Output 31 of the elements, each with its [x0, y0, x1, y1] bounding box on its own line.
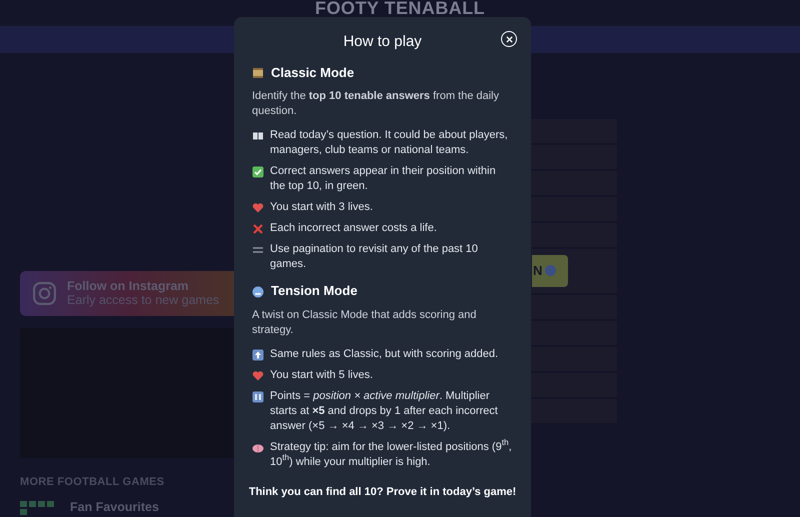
mode-intro: Identify the top 10 tenable answers from the daily question.	[252, 89, 500, 119]
instagram-icon	[32, 280, 57, 306]
face-icon	[252, 286, 264, 298]
dialog-title: How to play	[343, 32, 422, 52]
grid-icon	[20, 500, 56, 515]
mode-intro: A twist on Classic Mode that adds scoring and strategy.	[252, 308, 478, 338]
rule-text: Correct answers appear in their position within the top 10, in green.	[270, 164, 497, 194]
rule-text: Read today’s question. It could be about players, managers, club teams or national teams.	[270, 128, 509, 158]
check-icon	[252, 166, 264, 178]
dialog-footer: Think you can find all 10? Prove it in today’s game!	[248, 484, 516, 500]
rule-text: Same rules as Classic, but with scoring added.	[270, 346, 498, 362]
rule-text: Strategy tip: aim for the lower-listed positions (9$^{th}$, 10$^{th}$) while your multiplier is high.	[270, 440, 513, 470]
game-title[interactable]: Fan Favourites	[70, 498, 159, 517]
mode-heading: Classic Mode	[271, 64, 354, 82]
ball-icon	[545, 265, 556, 276]
site-title: FOOTY TENABALL	[315, 0, 485, 17]
rule-text: Use pagination to revisit any of the past 10 games.	[270, 242, 479, 272]
close-button[interactable]	[501, 31, 517, 47]
answer-text: N	[533, 262, 542, 280]
mode-heading: Tension Mode	[271, 282, 358, 300]
rule-text: Each incorrect answer costs a life.	[270, 221, 437, 236]
up-arrow-icon	[252, 348, 264, 360]
rule-text: You start with 3 lives.	[270, 200, 373, 215]
scroll-icon	[252, 67, 264, 80]
rule-text: You start with 5 lives.	[270, 368, 373, 382]
rule-text: Points = position × active multiplier. Multiplier starts at ×5 and drops by 1 after each incorrect answer (×5 → ×4 → ×3 → ×2 → ×1).	[270, 388, 499, 434]
close-icon	[506, 36, 512, 42]
cross-icon	[252, 223, 264, 235]
heart-icon	[252, 370, 264, 382]
heart-icon	[252, 202, 264, 214]
book-icon	[252, 130, 264, 142]
